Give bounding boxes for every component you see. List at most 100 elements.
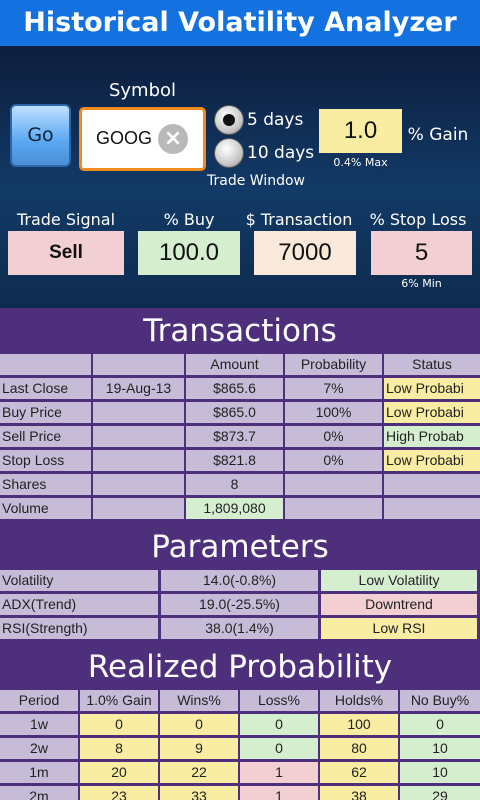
period-cell: 2m bbox=[0, 786, 78, 800]
parameter-status: Downtrend bbox=[321, 594, 477, 615]
go-button[interactable]: Go bbox=[10, 104, 71, 167]
parameter-value: 14.0(-0.8%) bbox=[161, 570, 318, 591]
table-cell bbox=[93, 402, 184, 423]
table-cell bbox=[93, 474, 184, 495]
table-cell: 23 bbox=[80, 786, 158, 800]
table-row-label: Buy Price bbox=[0, 402, 91, 423]
app-title: Historical Volatility Analyzer bbox=[0, 0, 480, 46]
table-cell: 9 bbox=[160, 738, 238, 759]
radio-10-days-label: 10 days bbox=[247, 143, 315, 163]
status-cell bbox=[384, 498, 480, 519]
table-cell: 80 bbox=[320, 738, 398, 759]
status-cell: Low Probabi bbox=[384, 402, 480, 423]
table-cell: 0 bbox=[400, 714, 480, 735]
parameter-value: 19.0(-25.5%) bbox=[161, 594, 318, 615]
table-cell: $865.6 bbox=[186, 378, 283, 399]
transactions-header-cell bbox=[0, 354, 91, 375]
radio-5-days[interactable] bbox=[214, 105, 244, 135]
symbol-input[interactable]: GOOG × bbox=[79, 107, 206, 171]
probability-header: Probability bbox=[285, 354, 382, 375]
status-header: Status bbox=[384, 354, 480, 375]
table-cell: 20 bbox=[80, 762, 158, 783]
no-buy-header: No Buy% bbox=[400, 690, 480, 711]
trade-signal-label: Trade Signal bbox=[16, 210, 116, 229]
table-cell: $821.8 bbox=[186, 450, 283, 471]
parameter-status: Low Volatility bbox=[321, 570, 477, 591]
stop-loss-min-label: 6% Min bbox=[401, 277, 442, 290]
loss-header: Loss% bbox=[240, 690, 318, 711]
transactions-table: Amount Probability Status Last Close 19-… bbox=[0, 354, 480, 522]
table-cell: 10 bbox=[400, 762, 480, 783]
table-row-label: Sell Price bbox=[0, 426, 91, 447]
table-cell: 1 bbox=[240, 762, 318, 783]
parameter-status: Low RSI bbox=[321, 618, 477, 639]
table-cell: 62 bbox=[320, 762, 398, 783]
trade-window-label: Trade Window bbox=[207, 173, 305, 189]
table-row-label: Stop Loss bbox=[0, 450, 91, 471]
table-cell: 1,809,080 bbox=[186, 498, 283, 519]
table-cell: $873.7 bbox=[186, 426, 283, 447]
table-cell: 38 bbox=[320, 786, 398, 800]
table-row-label: Last Close bbox=[0, 378, 91, 399]
table-cell: 0% bbox=[285, 426, 382, 447]
table-cell: 10 bbox=[400, 738, 480, 759]
wins-header: Wins% bbox=[160, 690, 238, 711]
parameter-label: RSI(Strength) bbox=[0, 618, 158, 639]
table-cell: 100 bbox=[320, 714, 398, 735]
parameter-label: ADX(Trend) bbox=[0, 594, 158, 615]
table-cell: 1 bbox=[240, 786, 318, 800]
parameters-table: Volatility 14.0(-0.8%) Low Volatility AD… bbox=[0, 568, 480, 644]
stop-loss-input[interactable]: 5 bbox=[371, 231, 472, 275]
period-cell: 2w bbox=[0, 738, 78, 759]
buy-percent-input[interactable]: 100.0 bbox=[138, 231, 240, 275]
realized-probability-heading: Realized Probability bbox=[0, 644, 480, 688]
parameter-value: 38.0(1.4%) bbox=[161, 618, 318, 639]
table-cell: 0 bbox=[240, 714, 318, 735]
period-cell: 1m bbox=[0, 762, 78, 783]
table-cell: 7% bbox=[285, 378, 382, 399]
table-cell bbox=[93, 426, 184, 447]
table-cell: 0 bbox=[240, 738, 318, 759]
amount-header: Amount bbox=[186, 354, 283, 375]
table-cell bbox=[285, 498, 382, 519]
table-cell: 0 bbox=[160, 714, 238, 735]
table-cell: 8 bbox=[186, 474, 283, 495]
period-header: Period bbox=[0, 690, 78, 711]
buy-percent-label: % Buy bbox=[163, 210, 215, 229]
table-cell: 0% bbox=[285, 450, 382, 471]
parameter-label: Volatility bbox=[0, 570, 158, 591]
table-cell: 0 bbox=[80, 714, 158, 735]
table-cell: 29 bbox=[400, 786, 480, 800]
realized-probability-table: Period 1.0% Gain Wins% Loss% Holds% No B… bbox=[0, 688, 480, 800]
table-row-label: Shares bbox=[0, 474, 91, 495]
table-cell: 22 bbox=[160, 762, 238, 783]
table-cell: $865.0 bbox=[186, 402, 283, 423]
transaction-label: $ Transaction bbox=[245, 210, 353, 229]
table-cell bbox=[93, 450, 184, 471]
transactions-header-cell bbox=[93, 354, 184, 375]
stop-loss-label: % Stop Loss bbox=[369, 210, 467, 229]
table-cell: 100% bbox=[285, 402, 382, 423]
radio-5-days-label: 5 days bbox=[247, 110, 304, 130]
table-cell bbox=[93, 498, 184, 519]
transactions-heading: Transactions bbox=[0, 308, 480, 354]
status-cell bbox=[384, 474, 480, 495]
radio-10-days[interactable] bbox=[214, 138, 244, 168]
status-cell: High Probab bbox=[384, 426, 480, 447]
holds-header: Holds% bbox=[320, 690, 398, 711]
parameters-heading: Parameters bbox=[0, 522, 480, 568]
transaction-input[interactable]: 7000 bbox=[254, 231, 356, 275]
period-cell: 1w bbox=[0, 714, 78, 735]
gain-label: % Gain bbox=[407, 125, 469, 145]
clear-icon[interactable]: × bbox=[158, 124, 188, 154]
gain-max-label: 0.4% Max bbox=[333, 156, 388, 169]
table-cell bbox=[285, 474, 382, 495]
table-row-label: Volume bbox=[0, 498, 91, 519]
table-cell: 19-Aug-13 bbox=[93, 378, 184, 399]
table-cell: 33 bbox=[160, 786, 238, 800]
symbol-value: GOOG bbox=[96, 128, 153, 148]
trade-signal-value: Sell bbox=[8, 231, 124, 275]
status-cell: Low Probabi bbox=[384, 378, 480, 399]
gain-header: 1.0% Gain bbox=[80, 690, 158, 711]
gain-input[interactable]: 1.0 bbox=[319, 109, 402, 153]
